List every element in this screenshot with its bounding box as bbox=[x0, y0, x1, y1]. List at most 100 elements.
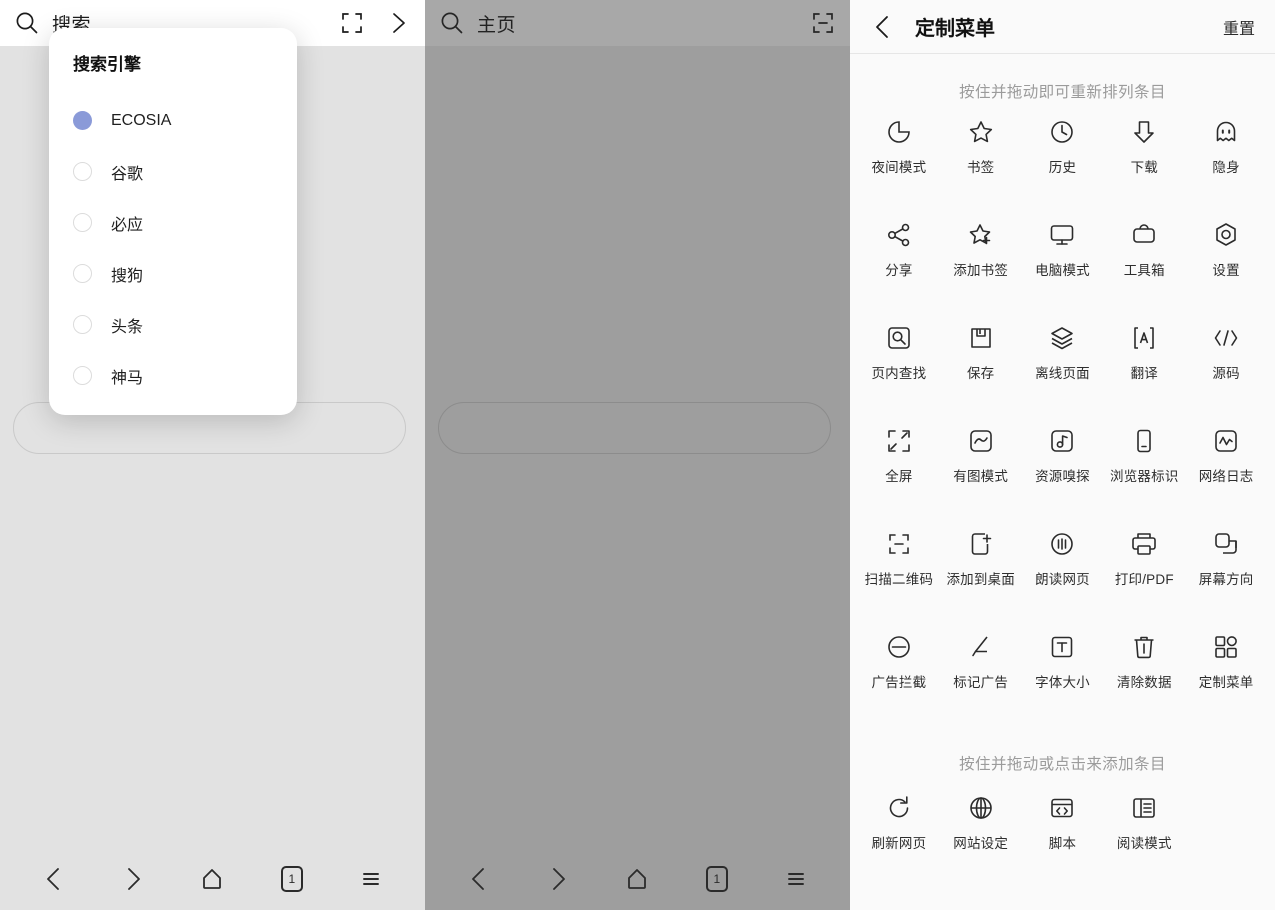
menu-item-ad-block[interactable]: 广告拦截 bbox=[858, 633, 940, 716]
nav-menu-button[interactable] bbox=[351, 859, 391, 899]
add-item-label: 脚本 bbox=[1048, 836, 1077, 851]
nav-back-button[interactable] bbox=[459, 859, 499, 899]
menu-item-customize-menu[interactable]: 定制菜单 bbox=[1185, 633, 1267, 716]
menu-item-label: 夜间模式 bbox=[871, 160, 927, 175]
menu-item-label: 页内查找 bbox=[871, 366, 927, 381]
menu-item-font-size[interactable]: 字体大小 bbox=[1022, 633, 1104, 716]
star-icon bbox=[967, 118, 995, 146]
radio-unselected-icon[interactable] bbox=[73, 315, 92, 334]
menu-item-share[interactable]: 分享 bbox=[858, 221, 940, 304]
block-circle-icon bbox=[885, 633, 913, 661]
screen-rotate-icon bbox=[1212, 530, 1240, 558]
search-icon[interactable] bbox=[14, 10, 40, 36]
menu-item-user-agent[interactable]: 浏览器标识 bbox=[1103, 427, 1185, 510]
menu-item-label: 扫描二维码 bbox=[864, 572, 934, 587]
menu-item-save[interactable]: 保存 bbox=[940, 324, 1022, 407]
engine-option-ecosia[interactable]: ECOSIA bbox=[49, 95, 297, 146]
radio-unselected-icon[interactable] bbox=[73, 366, 92, 385]
moon-icon bbox=[885, 118, 913, 146]
engine-option-sogou[interactable]: 搜狗 bbox=[49, 248, 297, 299]
menu-item-toolbox[interactable]: 工具箱 bbox=[1103, 221, 1185, 304]
menu-item-desktop-mode[interactable]: 电脑模式 bbox=[1022, 221, 1104, 304]
radio-selected-icon[interactable] bbox=[73, 111, 92, 130]
reader-mode-icon bbox=[1130, 794, 1158, 822]
menu-item-screen-orientation[interactable]: 屏幕方向 bbox=[1185, 530, 1267, 613]
tab-count-icon[interactable]: 1 bbox=[280, 866, 303, 892]
menu-item-label: 朗读网页 bbox=[1035, 572, 1090, 587]
add-item-reader-mode[interactable]: 阅读模式 bbox=[1103, 794, 1185, 877]
nav-forward-button[interactable] bbox=[113, 859, 153, 899]
menu-item-label: 定制菜单 bbox=[1198, 675, 1254, 690]
menu-item-label: 有图模式 bbox=[953, 469, 1009, 484]
menu-item-fullscreen[interactable]: 全屏 bbox=[858, 427, 940, 510]
nav-menu-button[interactable] bbox=[776, 859, 816, 899]
middle-panel-user-agent: 主页 浏览器标识 默认 Android (手机) Android (平板) bbox=[425, 0, 850, 910]
engine-option-bing[interactable]: 必应 bbox=[49, 197, 297, 248]
search-icon[interactable] bbox=[439, 10, 465, 36]
menu-item-clear-data[interactable]: 清除数据 bbox=[1103, 633, 1185, 716]
add-items-hint: 按住并拖动或点击来添加条目 bbox=[959, 756, 1166, 773]
reset-button[interactable]: 重置 bbox=[1223, 15, 1255, 39]
engine-option-label: 谷歌 bbox=[111, 165, 144, 183]
menu-item-label: 翻译 bbox=[1130, 366, 1158, 381]
menu-item-add-to-desktop[interactable]: 添加到桌面 bbox=[940, 530, 1022, 613]
menu-item-label: 资源嗅探 bbox=[1035, 469, 1090, 484]
tab-count-label: 1 bbox=[713, 872, 721, 886]
grid-apps-icon bbox=[1212, 633, 1240, 661]
floppy-save-icon bbox=[967, 324, 995, 352]
globe-icon bbox=[967, 794, 995, 822]
menu-item-label: 下载 bbox=[1130, 160, 1158, 175]
engine-option-shenma[interactable]: 神马 bbox=[49, 350, 297, 401]
add-item-label: 网站设定 bbox=[953, 836, 1009, 851]
menu-item-print-pdf[interactable]: 打印/PDF bbox=[1103, 530, 1185, 613]
printer-icon bbox=[1130, 530, 1158, 558]
menu-item-network-log[interactable]: 网络日志 bbox=[1185, 427, 1267, 510]
menu-item-offline-page[interactable]: 离线页面 bbox=[1022, 324, 1104, 407]
chevron-right-icon[interactable] bbox=[385, 10, 411, 36]
tab-count-icon[interactable]: 1 bbox=[705, 866, 728, 892]
menu-item-read-aloud[interactable]: 朗读网页 bbox=[1022, 530, 1104, 613]
menu-item-label: 字体大小 bbox=[1035, 675, 1090, 690]
fullscreen-scan-icon[interactable] bbox=[339, 10, 365, 36]
add-item-label: 刷新网页 bbox=[871, 836, 927, 851]
rearrange-hint: 按住并拖动即可重新排列条目 bbox=[959, 84, 1166, 101]
menu-item-downloads[interactable]: 下载 bbox=[1103, 118, 1185, 201]
add-item-refresh[interactable]: 刷新网页 bbox=[858, 794, 940, 877]
menu-item-history[interactable]: 历史 bbox=[1022, 118, 1104, 201]
add-item-script[interactable]: 脚本 bbox=[1022, 794, 1104, 877]
chevron-left-icon[interactable] bbox=[870, 14, 896, 40]
radio-unselected-icon[interactable] bbox=[73, 162, 92, 181]
menu-item-media-sniffer[interactable]: 资源嗅探 bbox=[1022, 427, 1104, 510]
menu-item-bookmarks[interactable]: 书签 bbox=[940, 118, 1022, 201]
image-wave-icon bbox=[967, 427, 995, 455]
nav-tabs-button[interactable]: 1 bbox=[697, 859, 737, 899]
menu-item-incognito[interactable]: 隐身 bbox=[1185, 118, 1267, 201]
three-panel-screenshot: 搜索 搜索引擎 ECOSIA 谷歌 必应 搜狗 头条 神马 1 主页 1 定制菜… bbox=[0, 0, 1275, 910]
menu-item-image-mode[interactable]: 有图模式 bbox=[940, 427, 1022, 510]
radio-unselected-icon[interactable] bbox=[73, 213, 92, 232]
menu-item-label: 打印/PDF bbox=[1114, 572, 1174, 587]
engine-option-toutiao[interactable]: 头条 bbox=[49, 299, 297, 350]
engine-option-google[interactable]: 谷歌 bbox=[49, 146, 297, 197]
menu-item-label: 标记广告 bbox=[953, 675, 1009, 690]
mid-search-pill[interactable] bbox=[438, 402, 831, 454]
radio-unselected-icon[interactable] bbox=[73, 264, 92, 283]
menu-item-translate[interactable]: 翻译 bbox=[1103, 324, 1185, 407]
tab-count-label: 1 bbox=[288, 872, 296, 886]
layers-stack-icon bbox=[1048, 324, 1076, 352]
nav-home-button[interactable] bbox=[192, 859, 232, 899]
menu-item-source-code[interactable]: 源码 bbox=[1185, 324, 1267, 407]
menu-item-mark-ad[interactable]: 标记广告 bbox=[940, 633, 1022, 716]
menu-item-find-in-page[interactable]: 页内查找 bbox=[858, 324, 940, 407]
qr-scan-icon[interactable] bbox=[810, 10, 836, 36]
nav-tabs-button[interactable]: 1 bbox=[272, 859, 312, 899]
left-bottom-nav: 1 bbox=[0, 848, 425, 910]
menu-item-add-bookmark[interactable]: 添加书签 bbox=[940, 221, 1022, 304]
add-item-site-settings[interactable]: 网站设定 bbox=[940, 794, 1022, 877]
nav-home-button[interactable] bbox=[617, 859, 657, 899]
menu-item-settings[interactable]: 设置 bbox=[1185, 221, 1267, 304]
menu-item-night-mode[interactable]: 夜间模式 bbox=[858, 118, 940, 201]
menu-item-scan-qr[interactable]: 扫描二维码 bbox=[858, 530, 940, 613]
nav-forward-button[interactable] bbox=[538, 859, 578, 899]
nav-back-button[interactable] bbox=[34, 859, 74, 899]
